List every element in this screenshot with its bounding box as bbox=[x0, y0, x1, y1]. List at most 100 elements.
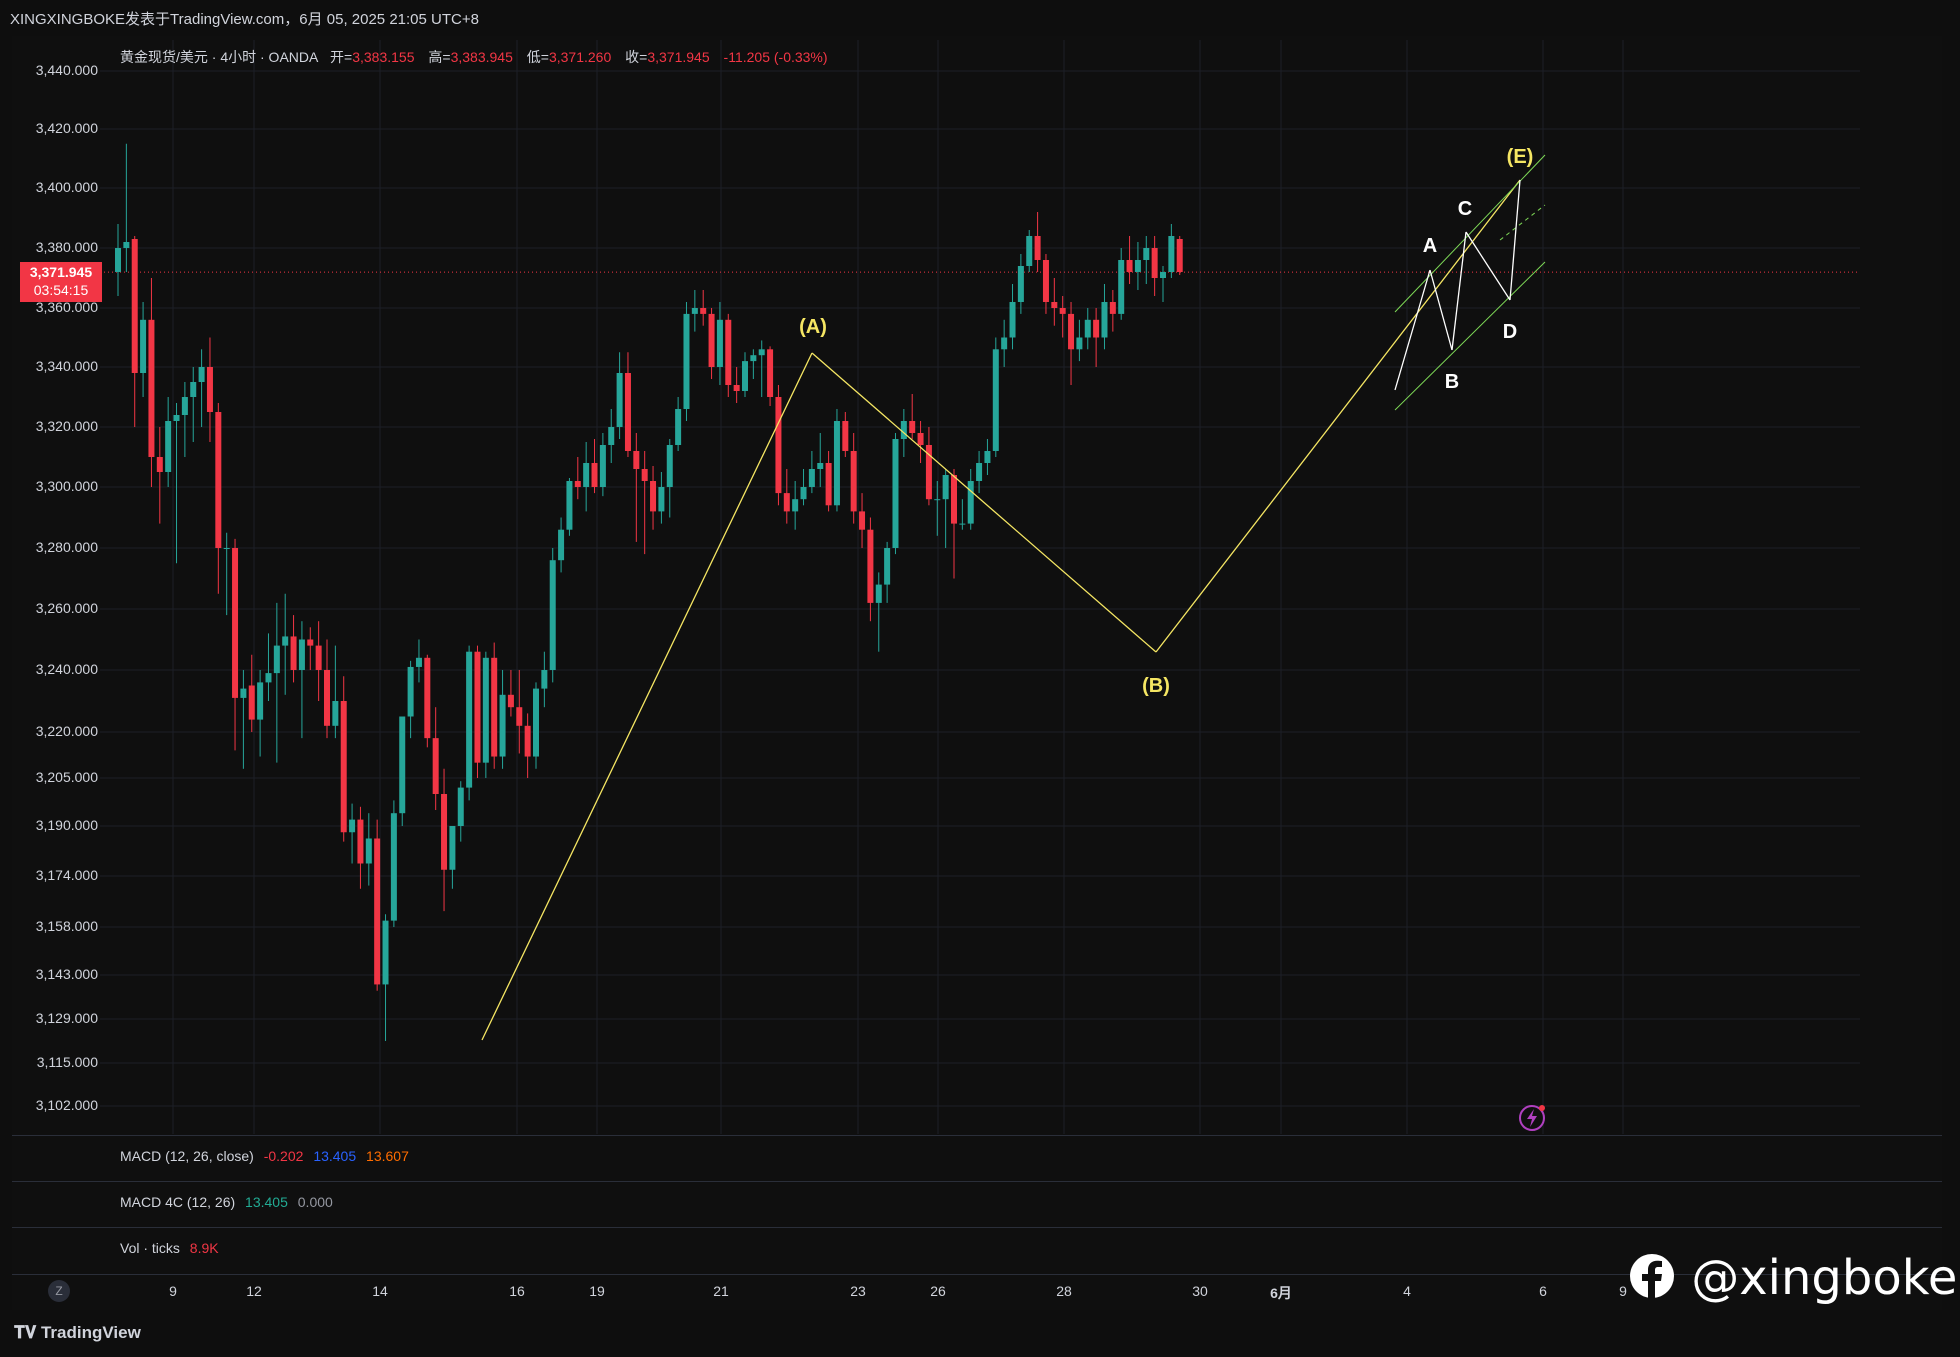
candle-body bbox=[516, 707, 523, 726]
candle-body bbox=[892, 439, 899, 548]
macd4c-value2: 0.000 bbox=[297, 1194, 333, 1210]
sub-wave-label: C bbox=[1458, 198, 1472, 220]
candle-body bbox=[1101, 302, 1108, 338]
y-axis-tick-label: 3,440.000 bbox=[35, 62, 98, 78]
y-axis-tick-label: 3,115.000 bbox=[36, 1054, 98, 1070]
candle-body bbox=[549, 560, 556, 670]
candle-body bbox=[206, 367, 213, 412]
volume-label[interactable]: Vol · ticks bbox=[120, 1240, 180, 1256]
bar-countdown: 03:54:15 bbox=[33, 282, 89, 298]
watermark: @xingboke bbox=[1628, 1250, 1957, 1306]
candle-body bbox=[683, 313, 690, 409]
x-axis-tick-label: 6月 bbox=[1270, 1285, 1292, 1301]
candle-body bbox=[524, 725, 531, 757]
macd4c-label[interactable]: MACD 4C (12, 26) bbox=[120, 1194, 235, 1210]
x-axis-tick-label: 16 bbox=[509, 1283, 525, 1299]
last-price-tag: 3,371.945 03:54:15 bbox=[20, 262, 102, 302]
symbol-name[interactable]: 黄金现货/美元 · 4小时 · OANDA bbox=[120, 49, 318, 65]
candle-body bbox=[967, 481, 974, 524]
candle-body bbox=[248, 685, 255, 720]
macd-signal-value: 13.607 bbox=[366, 1148, 409, 1164]
candle-body bbox=[833, 421, 840, 506]
macd-line-value: 13.405 bbox=[313, 1148, 357, 1164]
candle-body bbox=[273, 645, 280, 674]
candle-body bbox=[131, 239, 138, 373]
low-value: 3,371.260 bbox=[548, 49, 612, 65]
candle-body bbox=[1059, 308, 1066, 314]
x-axis-tick-label: 30 bbox=[1192, 1283, 1208, 1299]
macd-legend[interactable]: MACD (12, 26, close) -0.202 13.405 13.60… bbox=[120, 1148, 415, 1164]
y-axis-tick-label: 3,400.000 bbox=[35, 179, 98, 195]
candle-body bbox=[1126, 260, 1133, 272]
zoom-button[interactable]: Z bbox=[48, 1280, 70, 1302]
last-price-value: 3,371.945 bbox=[29, 264, 93, 280]
candle-body bbox=[583, 463, 590, 487]
macd-hist-value: -0.202 bbox=[263, 1148, 304, 1164]
candle-body bbox=[156, 457, 163, 472]
open-label: 开= bbox=[330, 49, 353, 65]
candle-body bbox=[1134, 260, 1141, 272]
candle-body bbox=[792, 499, 799, 512]
x-axis-tick-label: 9 bbox=[169, 1283, 177, 1299]
candle-body bbox=[758, 349, 765, 356]
candle-body bbox=[558, 529, 565, 561]
candle-body bbox=[232, 548, 239, 698]
candle-body bbox=[825, 463, 832, 506]
channel-lower-line bbox=[1394, 261, 1546, 411]
candle-body bbox=[608, 427, 615, 445]
macd-label[interactable]: MACD (12, 26, close) bbox=[120, 1148, 254, 1164]
candle-body bbox=[599, 445, 606, 487]
candle-body bbox=[1160, 272, 1166, 278]
candle-body bbox=[842, 421, 849, 451]
candle-body bbox=[666, 445, 673, 487]
candle-body bbox=[257, 682, 264, 720]
candle-body bbox=[491, 657, 498, 757]
candle-body bbox=[140, 319, 147, 373]
candle-body bbox=[374, 838, 381, 985]
candle-body bbox=[750, 355, 757, 362]
candle-body bbox=[1084, 319, 1091, 338]
candle-body bbox=[399, 716, 406, 814]
y-axis-tick-label: 3,220.000 bbox=[35, 723, 98, 739]
candle-body bbox=[415, 657, 422, 667]
wave-label: (B) bbox=[1142, 675, 1170, 697]
candle-body bbox=[942, 475, 949, 500]
channel-upper-line bbox=[1394, 154, 1546, 313]
x-axis-tick-label: 14 bbox=[372, 1283, 388, 1299]
x-axis-tick-label: 4 bbox=[1403, 1283, 1411, 1299]
macd4c-legend[interactable]: MACD 4C (12, 26) 13.405 0.000 bbox=[120, 1194, 339, 1210]
x-axis-tick-label: 12 bbox=[246, 1283, 262, 1299]
candle-body bbox=[165, 421, 172, 472]
candle-body bbox=[307, 639, 314, 646]
candle-body bbox=[1001, 337, 1008, 350]
candle-body bbox=[624, 373, 631, 451]
candle-body bbox=[1168, 236, 1175, 272]
candle-body bbox=[324, 670, 330, 726]
tv-logo-icon: 𝐓𝐕 bbox=[14, 1323, 37, 1342]
candle-body bbox=[867, 529, 874, 603]
candle-body bbox=[215, 412, 222, 548]
candle-body bbox=[708, 313, 715, 367]
candle-body bbox=[449, 826, 456, 870]
candle-body bbox=[641, 469, 648, 481]
high-value: 3,383.945 bbox=[450, 49, 513, 65]
candle-body bbox=[115, 248, 121, 272]
candle-body bbox=[691, 308, 698, 314]
candle-body bbox=[382, 920, 389, 985]
candle-body bbox=[332, 701, 339, 726]
symbol-legend[interactable]: 黄金现货/美元 · 4小时 · OANDA 开=3,383.155 高=3,38… bbox=[120, 47, 838, 67]
candle-body bbox=[875, 584, 882, 603]
candle-body bbox=[859, 511, 866, 530]
y-axis-tick-label: 3,129.000 bbox=[35, 1010, 98, 1026]
tradingview-logo[interactable]: 𝐓𝐕 TradingView bbox=[14, 1323, 141, 1343]
y-axis-tick-label: 3,380.000 bbox=[35, 239, 98, 255]
wave-line bbox=[811, 352, 1157, 653]
change-value: -11.205 (-0.33%) bbox=[723, 49, 828, 65]
candle-body bbox=[1076, 337, 1083, 350]
candle-body bbox=[148, 319, 155, 457]
sub-wave-line bbox=[1465, 231, 1511, 301]
candle-body bbox=[616, 373, 623, 427]
volume-legend[interactable]: Vol · ticks 8.9K bbox=[120, 1240, 225, 1256]
candle-body bbox=[850, 451, 857, 512]
candle-body bbox=[499, 694, 506, 757]
